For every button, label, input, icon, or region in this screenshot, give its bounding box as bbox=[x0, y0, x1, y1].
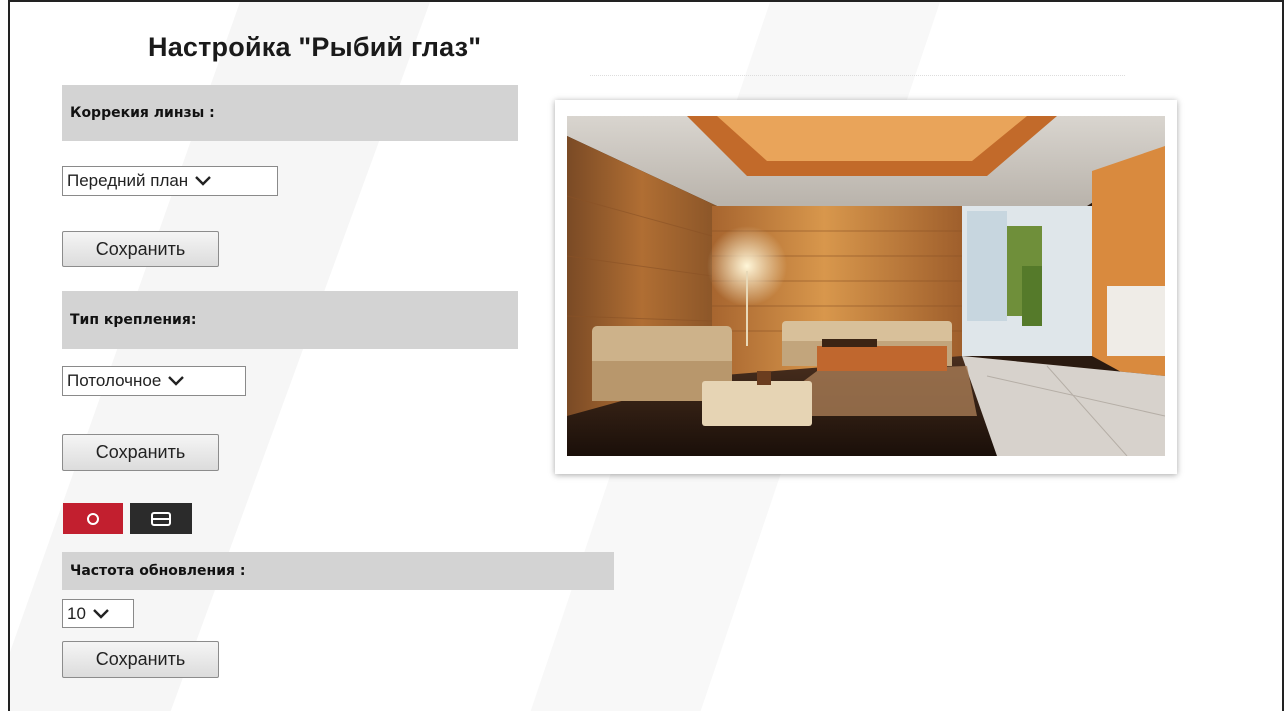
page-title: Настройка "Рыбий глаз" bbox=[148, 32, 482, 62]
refresh-rate-label: Частота обновления : bbox=[70, 563, 246, 579]
lens-correction-select[interactable]: Передний план bbox=[62, 166, 278, 196]
chevron-down-icon bbox=[93, 608, 109, 619]
fisheye-view-button[interactable] bbox=[63, 503, 123, 534]
refresh-rate-value: 10 bbox=[67, 603, 86, 623]
section-refresh-rate: Частота обновления : bbox=[62, 552, 614, 590]
panorama-view-button[interactable] bbox=[130, 503, 192, 534]
mount-type-select[interactable]: Потолочное bbox=[62, 366, 246, 396]
camera-preview-frame bbox=[555, 100, 1177, 474]
section-lens-correction: Коррекия линзы : bbox=[62, 85, 518, 141]
mount-type-label: Тип крепления: bbox=[70, 312, 197, 328]
lens-correction-save-button[interactable]: Сохранить bbox=[62, 231, 219, 267]
circle-icon bbox=[87, 512, 99, 525]
chevron-down-icon bbox=[195, 176, 212, 186]
panorama-icon bbox=[151, 511, 171, 526]
mount-type-value: Потолочное bbox=[67, 371, 162, 390]
chevron-down-icon bbox=[168, 376, 185, 386]
refresh-rate-select[interactable]: 10 bbox=[62, 599, 134, 628]
lens-correction-value: Передний план bbox=[67, 171, 189, 190]
section-mount-type: Тип крепления: bbox=[62, 291, 518, 349]
page-frame: Настройка "Рыбий глаз" Коррекия линзы : … bbox=[8, 0, 1284, 711]
lens-correction-label: Коррекия линзы : bbox=[70, 105, 215, 121]
title-divider bbox=[590, 75, 1125, 76]
camera-preview-image bbox=[567, 116, 1165, 456]
refresh-rate-save-button[interactable]: Сохранить bbox=[62, 641, 219, 678]
mount-type-save-button[interactable]: Сохранить bbox=[62, 434, 219, 471]
